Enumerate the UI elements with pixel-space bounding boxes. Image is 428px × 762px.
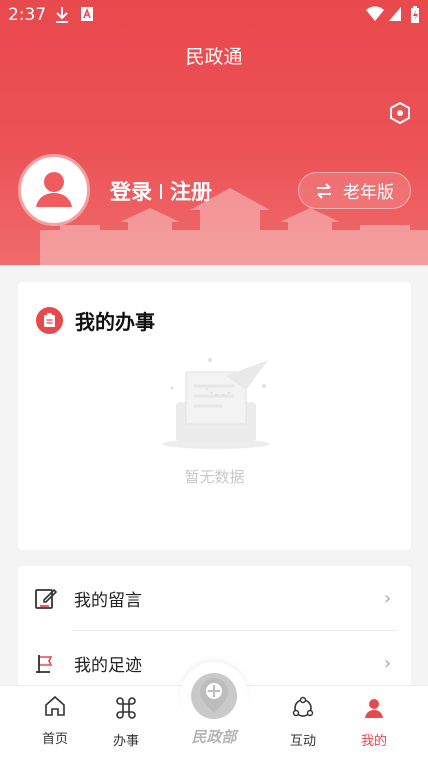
- ministry-logo-icon: [191, 673, 237, 719]
- chevron-right-icon: ›: [384, 652, 392, 674]
- page-title: 民政通: [185, 46, 243, 68]
- login-register: 登录 注册: [110, 176, 212, 206]
- interaction-icon: [292, 696, 314, 717]
- avatar[interactable]: [18, 154, 90, 226]
- tab-affairs[interactable]: 办事: [91, 686, 161, 762]
- empty-inbox-illustration: [162, 358, 270, 449]
- chevron-right-icon: ›: [384, 587, 392, 609]
- affairs-title: 我的办事: [75, 310, 155, 334]
- footprint-icon: [36, 655, 53, 673]
- status-bar: 2:37: [0, 0, 428, 30]
- user-placeholder-icon: [24, 160, 84, 220]
- elder-mode-button[interactable]: 老年版: [298, 172, 411, 209]
- tab-label: 民政部: [191, 728, 237, 746]
- status-time: 2:37: [8, 5, 47, 25]
- menu-item-label: 我的留言: [74, 590, 142, 611]
- tab-home[interactable]: 首页: [20, 686, 90, 762]
- menu-item-label: 我的足迹: [74, 655, 142, 676]
- settings-hexagon-icon[interactable]: [388, 101, 412, 125]
- tab-label: 办事: [112, 734, 139, 749]
- my-affairs-card: 我的办事 暂无数据: [18, 282, 411, 550]
- wifi-icon: [366, 6, 384, 22]
- person-icon: [365, 699, 383, 718]
- menu-item-messages[interactable]: 我的留言 ›: [18, 566, 411, 630]
- empty-state-text: 暂无数据: [184, 468, 245, 486]
- tab-ministry[interactable]: 民政部: [178, 662, 250, 757]
- swap-icon: [317, 182, 331, 199]
- command-icon: [116, 697, 136, 719]
- signal-icon: [389, 7, 401, 21]
- text-app-icon: [81, 7, 93, 21]
- home-icon: [45, 695, 65, 716]
- tab-label-active: 我的: [360, 734, 387, 749]
- download-icon: [56, 7, 68, 23]
- message-edit-icon: [35, 588, 58, 609]
- battery-charging-icon: [411, 6, 419, 23]
- ministry-badge: [180, 662, 248, 730]
- tab-label: 互动: [289, 734, 316, 749]
- tab-interaction[interactable]: 互动: [268, 686, 338, 762]
- tab-mine[interactable]: 我的: [339, 686, 409, 762]
- tab-label: 首页: [41, 732, 68, 747]
- login-separator: [160, 183, 162, 199]
- profile-header: 民政通: [0, 0, 428, 265]
- clipboard-icon: [36, 307, 63, 334]
- elder-mode-label: 老年版: [343, 183, 394, 203]
- login-link[interactable]: 登录: [110, 176, 152, 206]
- affairs-header: 我的办事: [36, 306, 155, 335]
- register-link[interactable]: 注册: [170, 176, 212, 206]
